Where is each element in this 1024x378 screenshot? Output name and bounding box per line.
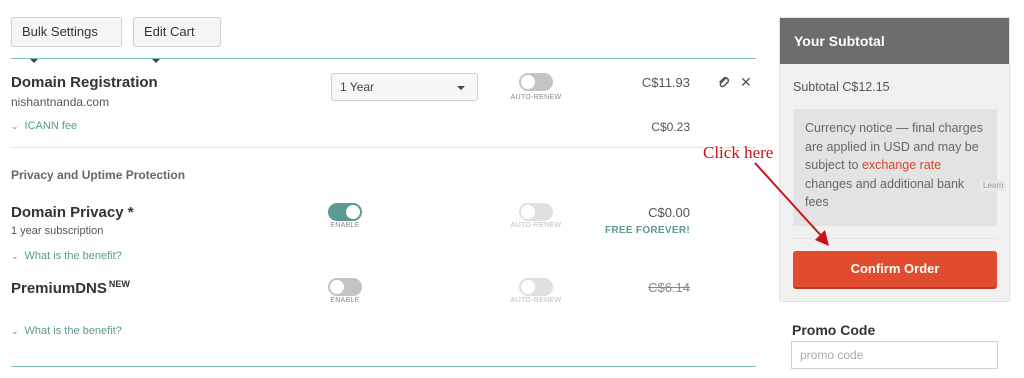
privacy-section-heading: Privacy and Uptime Protection [11, 168, 186, 182]
registration-period-select[interactable]: 1 Year [331, 73, 478, 101]
divider [11, 58, 756, 59]
divider [11, 366, 756, 367]
subtotal-amount: Subtotal C$12.15 [793, 80, 890, 94]
icann-fee-label: ICANN fee [24, 120, 78, 132]
icann-fee-toggle[interactable]: ⌄ ICANN fee [11, 120, 77, 132]
auto-renew-caption: AUTO-RENEW [510, 94, 562, 101]
annotation-arrow-icon [754, 162, 829, 246]
icann-fee-price: C$0.23 [651, 120, 690, 134]
domain-privacy-benefit-link[interactable]: ⌄ What is the benefit? [11, 250, 122, 262]
domain-registration-title: Domain Registration [11, 74, 158, 91]
domain-privacy-subtitle: 1 year subscription [11, 225, 104, 237]
divider [11, 147, 756, 148]
free-forever-badge: FREE FOREVER! [604, 225, 690, 236]
subtotal-heading: Your Subtotal [780, 18, 1009, 64]
edit-cart-dropdown[interactable]: Edit Cart [133, 17, 221, 63]
caret-down-icon [30, 58, 38, 63]
confirm-order-button[interactable]: Confirm Order [793, 251, 997, 289]
chevron-down-icon: ⌄ [11, 121, 19, 131]
caret-down-icon [457, 86, 465, 90]
premium-dns-auto-renew-toggle[interactable] [519, 278, 553, 296]
chevron-down-icon: ⌄ [11, 326, 19, 336]
premium-dns-benefit-link[interactable]: ⌄ What is the benefit? [11, 325, 122, 337]
registration-price: C$11.93 [641, 75, 690, 90]
bulk-settings-label: Bulk Settings [22, 24, 98, 39]
registration-auto-renew-toggle[interactable] [519, 73, 553, 91]
close-icon[interactable]: ✕ [740, 74, 752, 91]
benefit-link-label: What is the benefit? [24, 250, 122, 262]
premium-dns-price: C$6.14 [648, 280, 690, 295]
registration-period-value: 1 Year [340, 80, 375, 94]
domain-privacy-title: Domain Privacy * [11, 204, 134, 221]
promo-code-input[interactable]: promo code [791, 341, 998, 369]
domain-name: nishantnanda.com [11, 95, 110, 109]
enable-caption: ENABLE [330, 222, 360, 229]
benefit-link-label: What is the benefit? [24, 325, 122, 337]
enable-caption: ENABLE [330, 297, 360, 304]
bulk-settings-dropdown[interactable]: Bulk Settings [11, 17, 122, 63]
auto-renew-caption: AUTO-RENEW [510, 297, 562, 304]
chevron-down-icon: ⌄ [11, 251, 19, 261]
side-tag: Learn [980, 180, 1007, 191]
exchange-rate-link[interactable]: exchange rate [862, 158, 941, 172]
auto-renew-caption: AUTO-RENEW [510, 222, 562, 229]
new-badge: NEW [108, 279, 130, 289]
premium-dns-name: PremiumDNS [11, 280, 107, 297]
premium-dns-title: PremiumDNS NEW [11, 279, 130, 297]
premium-dns-enable-toggle[interactable] [328, 278, 362, 296]
paperclip-icon[interactable] [717, 75, 731, 92]
domain-privacy-auto-renew-toggle[interactable] [519, 203, 553, 221]
caret-down-icon [152, 58, 160, 63]
promo-code-label: Promo Code [792, 322, 876, 338]
edit-cart-label: Edit Cart [144, 24, 195, 39]
domain-privacy-price: C$0.00 [648, 205, 690, 220]
domain-privacy-enable-toggle[interactable] [328, 203, 362, 221]
